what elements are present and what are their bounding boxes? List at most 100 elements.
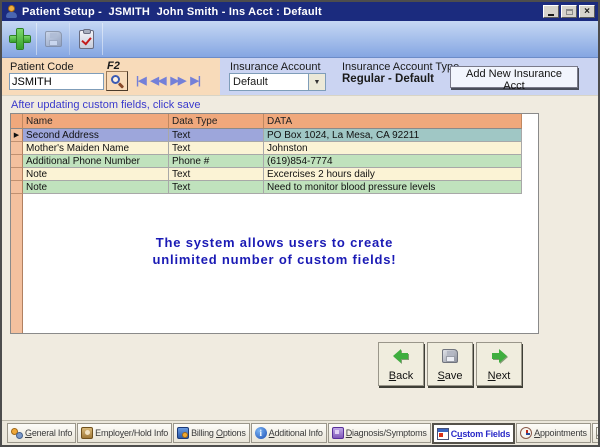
cell-type: Text bbox=[169, 142, 264, 155]
previous-record-button[interactable]: ◀◀ bbox=[151, 73, 166, 89]
cell-name: Note bbox=[23, 168, 169, 181]
verify-button[interactable] bbox=[70, 23, 103, 55]
insurance-panel: Insurance Account Default ▼ Insurance Ac… bbox=[220, 58, 598, 95]
column-header-name[interactable]: Name bbox=[23, 114, 169, 129]
cell-data: Excercises 2 hours daily bbox=[264, 168, 522, 181]
clipboard-check-icon bbox=[79, 30, 94, 49]
employer-icon bbox=[81, 427, 93, 439]
save-notice-text: After updating custom fields, click save bbox=[11, 99, 201, 111]
patient-app-icon bbox=[5, 5, 18, 18]
insurance-account-type-value: Regular - Default bbox=[342, 73, 434, 85]
tab-general-info[interactable]: General Info bbox=[7, 423, 76, 443]
cell-name: Note bbox=[23, 181, 169, 194]
patient-code-label: Patient Code bbox=[10, 61, 74, 73]
next-record-button[interactable]: ▶▶ bbox=[170, 73, 185, 89]
record-navigation: |◀ ◀◀ ▶▶ ▶| bbox=[136, 73, 200, 89]
last-record-button[interactable]: ▶| bbox=[190, 73, 200, 89]
tab-label: Additional Info bbox=[269, 428, 323, 438]
patient-panel: Patient Code F2 |◀ ◀◀ ▶▶ ▶| bbox=[2, 58, 220, 95]
custom-fields-message: The system allows users to create unlimi… bbox=[11, 234, 538, 268]
column-header-data-type[interactable]: Data Type bbox=[169, 114, 264, 129]
patient-search-button[interactable] bbox=[106, 71, 128, 91]
custom-fields-grid: Name Data Type DATA ▶ Second Address Tex… bbox=[10, 113, 539, 334]
new-patient-button[interactable] bbox=[4, 23, 37, 55]
tab-employer-hold-info[interactable]: Employer/Hold Info bbox=[77, 423, 172, 443]
diagnosis-icon bbox=[332, 427, 344, 439]
tab-label: Custom Fields bbox=[451, 429, 510, 439]
chevron-down-icon[interactable]: ▼ bbox=[308, 74, 325, 90]
main-toolbar bbox=[2, 21, 598, 58]
grid-header-row: Name Data Type DATA bbox=[11, 114, 538, 129]
minimize-icon bbox=[548, 14, 554, 16]
first-record-button[interactable]: |◀ bbox=[136, 73, 146, 89]
notes-icon bbox=[596, 427, 598, 439]
cell-name: Additional Phone Number bbox=[23, 155, 169, 168]
column-header-data[interactable]: DATA bbox=[264, 114, 522, 129]
tab-label: Employer/Hold Info bbox=[95, 428, 168, 438]
row-indicator bbox=[11, 181, 23, 194]
save-toolbar-button[interactable] bbox=[37, 23, 70, 55]
tab-custom-fields[interactable]: Custom Fields bbox=[432, 423, 515, 444]
cell-type: Text bbox=[169, 168, 264, 181]
tab-label: Appointments bbox=[534, 428, 587, 438]
patient-code-input[interactable] bbox=[9, 73, 104, 90]
back-button[interactable]: Back bbox=[378, 342, 424, 386]
header-strip: Patient Code F2 |◀ ◀◀ ▶▶ ▶| Insurance Ac… bbox=[2, 58, 598, 95]
title-bar: Patient Setup - JSMITH John Smith - Ins … bbox=[2, 2, 598, 21]
cell-data: (619)854-7774 bbox=[264, 155, 522, 168]
cell-type: Phone # bbox=[169, 155, 264, 168]
row-indicator bbox=[11, 168, 23, 181]
tab-patient-notes[interactable]: Patient Notes bbox=[592, 423, 598, 443]
patient-setup-window: Patient Setup - JSMITH John Smith - Ins … bbox=[0, 0, 600, 447]
insurance-account-select[interactable]: Default ▼ bbox=[229, 73, 326, 91]
maximize-icon bbox=[566, 9, 573, 15]
insurance-account-value: Default bbox=[230, 74, 308, 90]
tab-label: General Info bbox=[25, 428, 72, 438]
grid-row[interactable]: Note Text Need to monitor blood pressure… bbox=[11, 181, 538, 194]
message-line-1: The system allows users to create bbox=[11, 234, 538, 251]
floppy-icon bbox=[45, 31, 62, 47]
arrow-right-icon bbox=[491, 349, 507, 363]
row-indicator bbox=[11, 142, 23, 155]
cell-data: Need to monitor blood pressure levels bbox=[264, 181, 522, 194]
cell-type: Text bbox=[169, 129, 264, 142]
tab-billing-options[interactable]: Billing Options bbox=[173, 423, 250, 443]
people-icon bbox=[11, 427, 23, 439]
billing-icon bbox=[177, 427, 189, 439]
custom-fields-icon bbox=[437, 428, 449, 440]
close-button[interactable]: × bbox=[579, 5, 595, 18]
tab-diagnosis-symptoms[interactable]: Diagnosis/Symptoms bbox=[328, 423, 431, 443]
cell-name: Mother's Maiden Name bbox=[23, 142, 169, 155]
nav-button-label: Save bbox=[437, 370, 462, 382]
info-icon bbox=[255, 427, 267, 439]
close-icon: × bbox=[584, 7, 590, 17]
custom-fields-page: After updating custom fields, click save… bbox=[2, 95, 598, 420]
cell-data: PO Box 1024, La Mesa, CA 92211 bbox=[264, 129, 522, 142]
cell-type: Text bbox=[169, 181, 264, 194]
grid-row[interactable]: Additional Phone Number Phone # (619)854… bbox=[11, 155, 538, 168]
add-new-insurance-acct-button[interactable]: Add New Insurance Acct bbox=[450, 66, 578, 88]
arrow-left-icon bbox=[393, 349, 409, 363]
minimize-button[interactable] bbox=[543, 5, 559, 18]
tab-label: Billing Options bbox=[191, 428, 246, 438]
appointments-icon bbox=[520, 427, 532, 439]
tab-additional-info[interactable]: Additional Info bbox=[251, 423, 327, 443]
nav-button-label: Next bbox=[488, 370, 511, 382]
cell-name: Second Address bbox=[23, 129, 169, 142]
grid-row[interactable]: Note Text Excercises 2 hours daily bbox=[11, 168, 538, 181]
maximize-button[interactable] bbox=[561, 5, 577, 18]
next-button[interactable]: Next bbox=[476, 342, 522, 386]
save-button[interactable]: Save bbox=[427, 342, 473, 386]
grid-body: ▶ Second Address Text PO Box 1024, La Me… bbox=[11, 129, 538, 194]
grid-row[interactable]: Mother's Maiden Name Text Johnston bbox=[11, 142, 538, 155]
plus-icon bbox=[9, 28, 31, 50]
row-indicator bbox=[11, 155, 23, 168]
insurance-account-label: Insurance Account bbox=[230, 61, 321, 73]
nav-button-label: Back bbox=[389, 370, 413, 382]
floppy-icon bbox=[442, 349, 458, 363]
nav-buttons: Back Save Next bbox=[378, 342, 522, 386]
tab-appointments[interactable]: Appointments bbox=[516, 423, 591, 443]
row-indicator: ▶ bbox=[11, 129, 23, 142]
grid-row[interactable]: ▶ Second Address Text PO Box 1024, La Me… bbox=[11, 129, 538, 142]
tab-label: Diagnosis/Symptoms bbox=[346, 428, 427, 438]
